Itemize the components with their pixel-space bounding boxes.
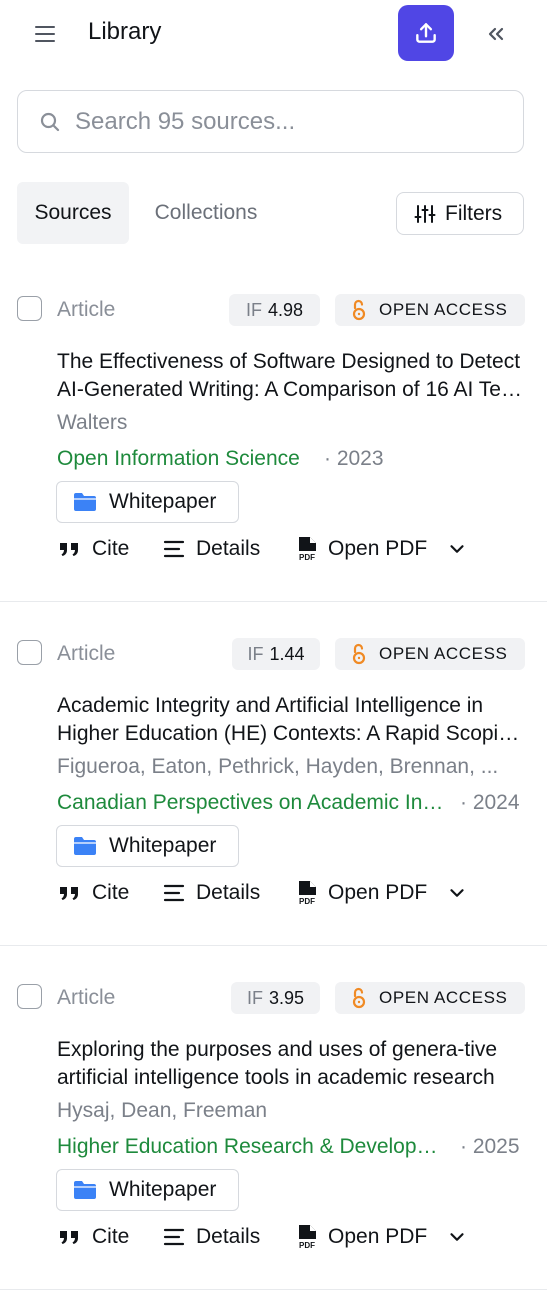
open-pdf-button[interactable]: PDF Open PDF — [296, 533, 427, 565]
pdf-file-icon: PDF — [299, 537, 316, 562]
paper-year: · 2025 — [460, 1135, 520, 1158]
pdf-file-icon: PDF — [299, 1225, 316, 1250]
source-card: Article IF 1.44 OPEN ACCESS Academic Integri… — [0, 624, 547, 968]
card-divider — [0, 945, 547, 946]
open-lock-icon — [352, 299, 366, 321]
source-type: Article — [57, 642, 116, 665]
impact-factor-label: IF — [246, 987, 263, 1008]
open-lock-icon — [352, 987, 366, 1009]
source-type: Article — [57, 298, 116, 321]
impact-factor-value: 4.98 — [267, 299, 304, 320]
details-button[interactable]: Details — [162, 533, 260, 565]
chevrons-left-icon — [488, 27, 504, 41]
sliders-icon — [414, 204, 436, 223]
open-pdf-button[interactable]: PDF Open PDF — [296, 1221, 427, 1253]
upload-button[interactable] — [398, 5, 454, 61]
open-access-label: OPEN ACCESS — [379, 644, 508, 663]
impact-factor-value: 3.95 — [268, 987, 305, 1008]
search-input[interactable] — [75, 91, 515, 152]
open-access-badge: OPEN ACCESS — [335, 294, 525, 326]
open-pdf-label: Open PDF — [328, 881, 428, 904]
page-title: Library — [88, 18, 162, 45]
cite-button[interactable]: Cite — [58, 533, 129, 565]
upload-icon — [416, 23, 436, 43]
cite-label: Cite — [92, 537, 130, 560]
impact-factor-badge: IF 4.98 — [229, 294, 320, 326]
open-pdf-button[interactable]: PDF Open PDF — [296, 877, 427, 909]
svg-text:PDF: PDF — [299, 897, 315, 906]
open-lock-icon — [352, 643, 366, 665]
select-checkbox[interactable] — [17, 984, 42, 1009]
card-divider — [0, 1289, 547, 1290]
cite-button[interactable]: Cite — [58, 1221, 129, 1253]
svg-text:PDF: PDF — [299, 553, 315, 562]
details-lines-icon — [163, 1228, 185, 1246]
cite-label: Cite — [92, 881, 130, 904]
folder-icon — [74, 1181, 96, 1199]
open-access-badge: OPEN ACCESS — [335, 638, 525, 670]
collection-tag[interactable]: Whitepaper — [56, 825, 239, 867]
details-button[interactable]: Details — [162, 877, 260, 909]
paper-authors: Figueroa, Eaton, Pethrick, Hayden, Brenn… — [57, 755, 499, 778]
paper-authors: Hysaj, Dean, Freeman — [57, 1099, 268, 1122]
open-access-label: OPEN ACCESS — [379, 300, 508, 319]
hamburger-icon[interactable] — [33, 22, 57, 46]
collection-tag-label: Whitepaper — [109, 490, 217, 513]
search-box — [17, 90, 524, 153]
collapse-sidebar-button[interactable] — [480, 20, 512, 48]
paper-year: · 2024 — [460, 791, 520, 814]
pdf-file-icon: PDF — [299, 881, 316, 906]
impact-factor-label: IF — [245, 299, 262, 320]
impact-factor-badge: IF 1.44 — [232, 638, 320, 670]
cite-label: Cite — [92, 1225, 130, 1248]
tab-sources[interactable]: Sources — [17, 182, 129, 244]
details-label: Details — [196, 881, 261, 904]
folder-icon — [74, 493, 96, 511]
card-divider — [0, 601, 547, 602]
tab-collections[interactable]: Collections — [136, 182, 276, 244]
impact-factor-value: 1.44 — [269, 643, 305, 664]
collection-tag[interactable]: Whitepaper — [56, 1169, 239, 1211]
details-label: Details — [196, 1225, 261, 1248]
open-pdf-label: Open PDF — [328, 1225, 428, 1248]
impact-factor-label: IF — [247, 643, 264, 664]
filters-label: Filters — [445, 201, 503, 225]
source-card: Article IF 4.98 OPEN ACCESS The Effectivenes… — [0, 280, 547, 624]
paper-venue[interactable]: Canadian Perspectives on Academic Integr… — [57, 791, 449, 815]
paper-venue[interactable]: Higher Education Research & Development — [57, 1135, 442, 1159]
search-icon — [40, 112, 60, 132]
collection-tag[interactable]: Whitepaper — [56, 481, 239, 523]
app-header: Library — [0, 0, 547, 68]
open-access-badge: OPEN ACCESS — [335, 982, 525, 1014]
source-card: Article IF 3.95 OPEN ACCESS Exploring the pu… — [0, 968, 547, 1307]
quote-icon — [60, 1231, 78, 1244]
details-lines-icon — [163, 540, 185, 558]
details-label: Details — [196, 537, 261, 560]
paper-authors: Walters — [57, 411, 128, 434]
select-checkbox[interactable] — [17, 296, 42, 321]
filters-button[interactable]: Filters — [396, 192, 524, 235]
collection-tag-label: Whitepaper — [109, 1178, 217, 1201]
select-checkbox[interactable] — [17, 640, 42, 665]
details-lines-icon — [163, 884, 185, 902]
quote-icon — [60, 887, 78, 900]
paper-year: · 2023 — [324, 447, 384, 470]
paper-title[interactable]: The Effectiveness of Software Designed t… — [57, 348, 525, 404]
source-type: Article — [57, 986, 116, 1009]
open-pdf-label: Open PDF — [328, 537, 428, 560]
paper-venue[interactable]: Open Information Science — [57, 447, 317, 471]
quote-icon — [60, 543, 78, 556]
details-button[interactable]: Details — [162, 1221, 260, 1253]
open-access-label: OPEN ACCESS — [379, 988, 508, 1007]
folder-icon — [74, 837, 96, 855]
paper-title[interactable]: Academic Integrity and Artificial Intell… — [57, 692, 525, 748]
chevron-down-icon[interactable] — [446, 538, 468, 560]
collection-tag-label: Whitepaper — [109, 834, 217, 857]
paper-title[interactable]: Exploring the purposes and uses of gener… — [57, 1036, 525, 1092]
chevron-down-icon[interactable] — [446, 882, 468, 904]
chevron-down-icon[interactable] — [446, 1226, 468, 1248]
impact-factor-badge: IF 3.95 — [231, 982, 320, 1014]
cite-button[interactable]: Cite — [58, 877, 129, 909]
svg-text:PDF: PDF — [299, 1241, 315, 1250]
